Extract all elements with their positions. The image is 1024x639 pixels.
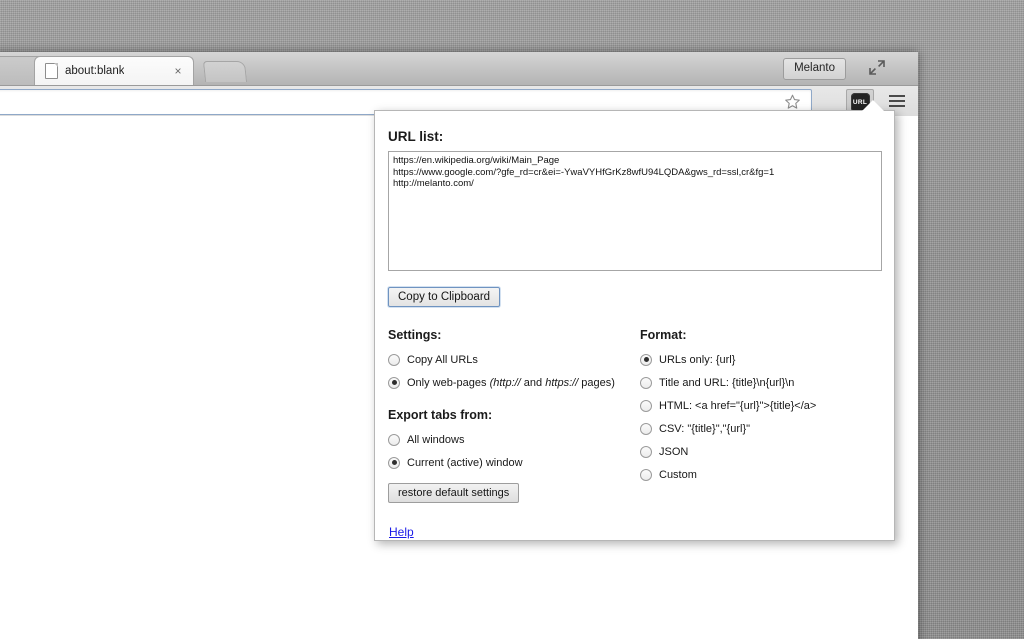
settings-option-copy-all-urls[interactable]: Copy All URLs [388, 348, 640, 371]
format-option-label: HTML: <a href="{url}">{title}</a> [659, 400, 816, 412]
format-option-label: URLs only: {url} [659, 354, 735, 366]
tab-title: about:blank [65, 65, 124, 77]
page-icon [45, 63, 58, 79]
radio-icon[interactable] [640, 469, 652, 481]
radio-icon[interactable] [640, 446, 652, 458]
settings-option-hint-pages: pages) [578, 377, 615, 389]
close-icon[interactable]: × [171, 64, 185, 78]
radio-icon[interactable] [640, 423, 652, 435]
settings-option-label: Only web-pages (http:// and https:// pag… [407, 377, 615, 389]
browser-tab-about-blank[interactable]: about:blank × [34, 56, 194, 85]
export-option-all-windows[interactable]: All windows [388, 428, 640, 451]
format-option-label: CSV: "{title}","{url}" [659, 423, 750, 435]
export-option-label: Current (active) window [407, 457, 523, 469]
format-option-urls-only[interactable]: URLs only: {url} [640, 348, 882, 371]
desktop-background: × about:blank × Melanto [0, 0, 1024, 639]
url-list-title: URL list: [388, 129, 882, 144]
url-list-textarea[interactable] [388, 151, 882, 271]
settings-option-only-web-pages[interactable]: Only web-pages (http:// and https:// pag… [388, 371, 640, 394]
format-option-label: Title and URL: {title}\n{url}\n [659, 377, 794, 389]
export-tabs-heading: Export tabs from: [388, 408, 640, 422]
radio-icon[interactable] [640, 354, 652, 366]
format-option-custom[interactable]: Custom [640, 463, 882, 486]
format-option-json[interactable]: JSON [640, 440, 882, 463]
format-option-html[interactable]: HTML: <a href="{url}">{title}</a> [640, 394, 882, 417]
restore-default-settings-button[interactable]: restore default settings [388, 483, 519, 503]
settings-heading: Settings: [388, 328, 640, 342]
radio-icon[interactable] [388, 457, 400, 469]
export-option-label: All windows [407, 434, 464, 446]
format-option-csv[interactable]: CSV: "{title}","{url}" [640, 417, 882, 440]
settings-option-hint-and: and [521, 377, 545, 389]
copy-to-clipboard-button[interactable]: Copy to Clipboard [388, 287, 500, 307]
settings-option-hint-http: (http:// [490, 377, 521, 389]
radio-icon[interactable] [640, 400, 652, 412]
settings-option-label: Copy All URLs [407, 354, 478, 366]
new-tab-button[interactable] [203, 61, 247, 82]
radio-icon[interactable] [388, 377, 400, 389]
format-option-title-and-url[interactable]: Title and URL: {title}\n{url}\n [640, 371, 882, 394]
help-link[interactable]: Help [389, 525, 414, 539]
format-heading: Format: [640, 328, 882, 342]
settings-column: Settings: Copy All URLs Only web-pages (… [388, 328, 640, 503]
export-option-current-window[interactable]: Current (active) window [388, 451, 640, 474]
url-extension-popup: URL list: Copy to Clipboard Settings: Co… [374, 110, 895, 541]
format-option-label: Custom [659, 469, 697, 481]
hamburger-menu-icon[interactable] [888, 92, 906, 110]
profile-button[interactable]: Melanto [783, 58, 846, 80]
format-column: Format: URLs only: {url} Title and URL: … [640, 328, 882, 503]
star-icon[interactable] [784, 94, 801, 110]
radio-icon[interactable] [640, 377, 652, 389]
settings-option-hint-https: https:// [545, 377, 578, 389]
restore-window-icon[interactable] [868, 60, 886, 76]
settings-option-label-text: Only web-pages [407, 377, 487, 389]
tab-strip: × about:blank × Melanto [0, 52, 918, 86]
format-option-label: JSON [659, 446, 688, 458]
radio-icon[interactable] [388, 434, 400, 446]
popup-pointer-arrow [862, 100, 884, 111]
radio-icon[interactable] [388, 354, 400, 366]
